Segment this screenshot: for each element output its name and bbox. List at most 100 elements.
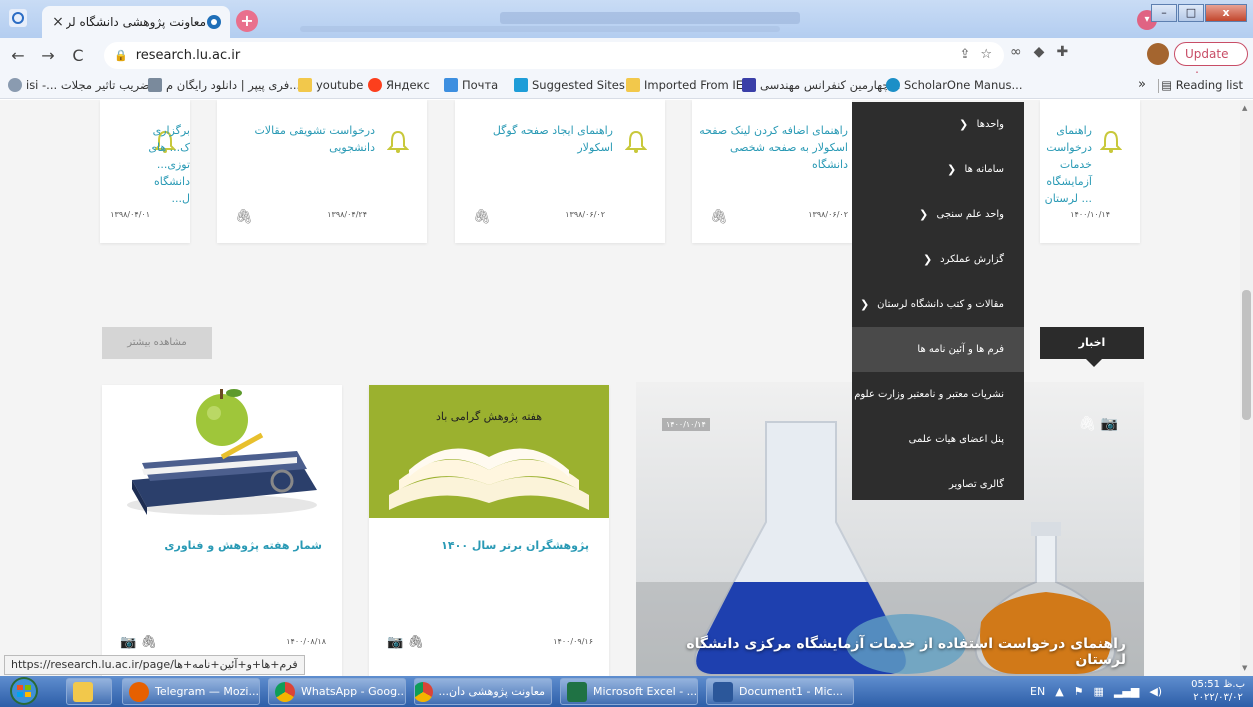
- taskbar-label: Document1 - Mic...: [739, 685, 844, 698]
- bookmark-yandex[interactable]: Яндекс: [368, 78, 430, 92]
- taskbar-item-excel[interactable]: Microsoft Excel - ...: [560, 678, 698, 705]
- reload-button[interactable]: C: [66, 44, 90, 68]
- guide-card[interactable]: درخواست تشویقی مقالات دانشجویی ۱۳۹۸/۰۴/۲…: [217, 100, 427, 243]
- start-button-icon[interactable]: [4, 676, 46, 707]
- bookmark-isi[interactable]: isi -... ضریب تاثیر مجلات: [8, 78, 150, 92]
- bookmark-star-icon[interactable]: ☆: [980, 47, 992, 62]
- scroll-up-arrow-icon[interactable]: ▲: [1242, 104, 1247, 112]
- menu-item-label: واحد علم سنجی: [936, 209, 1004, 220]
- reading-list-label: Reading list: [1175, 78, 1243, 92]
- guide-card[interactable]: برگزاری ک... های توزی... دانشگاه ل... ۱۳…: [100, 100, 190, 243]
- menu-item-performance-report[interactable]: گزارش عملکرد ❯: [852, 237, 1024, 282]
- bookmark-conference[interactable]: چهارمین کنفرانس مهندسی...: [742, 78, 900, 92]
- folder-icon: [626, 78, 640, 92]
- clock-time: 05:51 ب.ظ: [1191, 679, 1245, 690]
- bookmarks-bar: isi -... ضریب تاثیر مجلات فری پیپر | دان…: [0, 73, 1253, 99]
- signal-icon[interactable]: ▂▄▆: [1114, 685, 1139, 698]
- attachment-icon[interactable]: 🖇: [235, 209, 253, 225]
- menu-item-articles-books[interactable]: مقالات و کتب دانشگاه لرستان ❯: [852, 282, 1024, 327]
- taskbar-item-telegram[interactable]: Telegram — Mozi...: [122, 678, 260, 705]
- extension-icon[interactable]: ◆: [1034, 44, 1045, 60]
- hero-date: ۱۴۰۰/۱۰/۱۴: [662, 418, 710, 431]
- lock-icon[interactable]: 🔒: [114, 49, 128, 62]
- window-subtitle-blurred: [300, 26, 780, 32]
- bookmark-suggested[interactable]: Suggested Sites: [514, 78, 625, 92]
- attachment-icon[interactable]: 🖇: [710, 209, 728, 225]
- guide-card[interactable]: راهنمای درخواست خدمات آزمایشگاه ... لرست…: [1040, 100, 1140, 243]
- menu-item-faculty-panel[interactable]: پنل اعضای هیات علمی: [852, 417, 1024, 462]
- scrollbar-thumb[interactable]: [1242, 290, 1251, 420]
- new-tab-button[interactable]: +: [236, 10, 258, 32]
- camera-icon[interactable]: 📷: [387, 635, 403, 650]
- windows-taskbar: Telegram — Mozi... WhatsApp - Goog... مع…: [0, 676, 1253, 707]
- menu-item-systems[interactable]: سامانه ها ❯: [852, 147, 1024, 192]
- news-post-card[interactable]: هفته پژوهش گرامی باد پژوهشگران برتر سال …: [369, 385, 609, 676]
- bookmark-pochta[interactable]: Почта: [444, 78, 498, 92]
- taskbar-explorer[interactable]: [66, 678, 112, 705]
- apple-books-image[interactable]: [112, 385, 332, 525]
- post-title[interactable]: شمار هفته پژوهش و فناوری: [164, 539, 322, 552]
- card-title[interactable]: راهنمای اضافه کردن لینک صفحه اسکولار به …: [698, 122, 848, 173]
- bookmark-label: youtube: [316, 78, 364, 92]
- bookmark-youtube[interactable]: youtube: [298, 78, 363, 92]
- menu-item-forms-regulations[interactable]: فرم ها و آئین نامه ها: [852, 327, 1024, 372]
- bookmark-scholarone[interactable]: ScholarOne Manus...: [886, 78, 1023, 92]
- back-button[interactable]: ←: [6, 44, 30, 68]
- bookmarks-divider: [1158, 79, 1159, 93]
- profile-avatar[interactable]: [1147, 43, 1169, 65]
- menu-item-journals[interactable]: نشریات معتبر و نامعتبر وزارت علوم: [852, 372, 1024, 417]
- card-title[interactable]: راهنمای ایجاد صفحه گوگل اسکولار: [463, 122, 613, 156]
- view-more-button[interactable]: مشاهده بیشتر: [102, 327, 212, 359]
- card-title[interactable]: برگزاری ک... های توزی... دانشگاه ل...: [138, 122, 190, 207]
- attachment-icon[interactable]: 🖇: [407, 635, 424, 650]
- guide-card[interactable]: راهنمای ایجاد صفحه گوگل اسکولار ۱۳۹۸/۰۶/…: [455, 100, 665, 243]
- attachment-icon[interactable]: 🖇: [473, 209, 491, 225]
- address-bar[interactable]: 🔒 research.lu.ac.ir ⇪ ☆: [104, 42, 1004, 69]
- camera-icon[interactable]: 📷: [120, 635, 136, 650]
- tab-active[interactable]: معاونت پژوهشی دانشگاه لرستان ×: [42, 6, 230, 38]
- language-indicator[interactable]: EN: [1030, 685, 1045, 698]
- page-scrollbar[interactable]: ▲ ▼: [1240, 100, 1253, 676]
- a-icon: [742, 78, 756, 92]
- forward-button[interactable]: →: [36, 44, 60, 68]
- extensions-puzzle-icon[interactable]: ✚: [1056, 44, 1068, 60]
- minimize-button[interactable]: –: [1151, 4, 1177, 22]
- update-button[interactable]: Update ⋮: [1174, 42, 1248, 83]
- menu-item-gallery[interactable]: گالری تصاویر: [852, 462, 1024, 507]
- share-icon[interactable]: ⇪: [959, 47, 970, 62]
- reading-list-button[interactable]: ▤ Reading list: [1161, 78, 1243, 92]
- menu-item-scientometrics[interactable]: واحد علم سنجی ❯: [852, 192, 1024, 237]
- taskbar-item-research[interactable]: معاونت پژوهشی دان...: [414, 678, 552, 705]
- open-book-image[interactable]: هفته پژوهش گرامی باد: [369, 385, 609, 518]
- news-tab[interactable]: اخبار: [1040, 327, 1144, 367]
- card-title[interactable]: راهنمای درخواست خدمات آزمایشگاه ... لرست…: [1044, 122, 1092, 207]
- bookmarks-overflow-icon[interactable]: »: [1138, 77, 1146, 92]
- volume-icon[interactable]: ◀): [1149, 685, 1162, 698]
- chevron-left-icon: ❯: [922, 253, 933, 266]
- news-post-card[interactable]: شمار هفته پژوهش و فناوری ۱۴۰۰/۰۸/۱۸ 🖇 📷: [102, 385, 342, 676]
- url-text[interactable]: research.lu.ac.ir: [136, 48, 241, 63]
- menu-item-label: پنل اعضای هیات علمی: [908, 434, 1004, 445]
- attachment-icon[interactable]: 🖇: [140, 635, 157, 650]
- tray-expand-icon[interactable]: ▲: [1055, 685, 1063, 698]
- attachment-icon[interactable]: 🖇: [1078, 416, 1096, 432]
- scroll-down-arrow-icon[interactable]: ▼: [1242, 664, 1247, 672]
- network-icon[interactable]: ▦: [1094, 685, 1104, 698]
- menu-item-units[interactable]: واحدها ❯: [852, 102, 1024, 147]
- close-window-button[interactable]: x: [1205, 4, 1247, 22]
- post-title[interactable]: پژوهشگران برتر سال ۱۴۰۰: [441, 539, 589, 552]
- maximize-button[interactable]: □: [1178, 4, 1204, 22]
- guide-card[interactable]: راهنمای اضافه کردن لینک صفحه اسکولار به …: [692, 100, 852, 243]
- system-clock[interactable]: 05:51 ب.ظ ۲۰۲۲/۰۳/۰۲: [1191, 678, 1245, 704]
- tab-close-icon[interactable]: ×: [50, 14, 66, 30]
- bookmark-imported[interactable]: Imported From IE: [626, 78, 743, 92]
- menu-item-label: فرم ها و آئین نامه ها: [917, 344, 1004, 355]
- taskbar-item-whatsapp[interactable]: WhatsApp - Goog...: [268, 678, 406, 705]
- taskbar-item-word[interactable]: Document1 - Mic...: [706, 678, 854, 705]
- bookmark-freepaper[interactable]: فری پیپر | دانلود رایگان م...: [148, 78, 300, 92]
- hero-title[interactable]: راهنمای درخواست استفاده از خدمات آزمایشگ…: [636, 636, 1126, 668]
- flag-icon[interactable]: ⚑: [1074, 685, 1084, 698]
- camera-icon[interactable]: 📷: [1101, 416, 1118, 432]
- extension-icon[interactable]: ∞: [1010, 44, 1022, 60]
- card-title[interactable]: درخواست تشویقی مقالات دانشجویی: [225, 122, 375, 156]
